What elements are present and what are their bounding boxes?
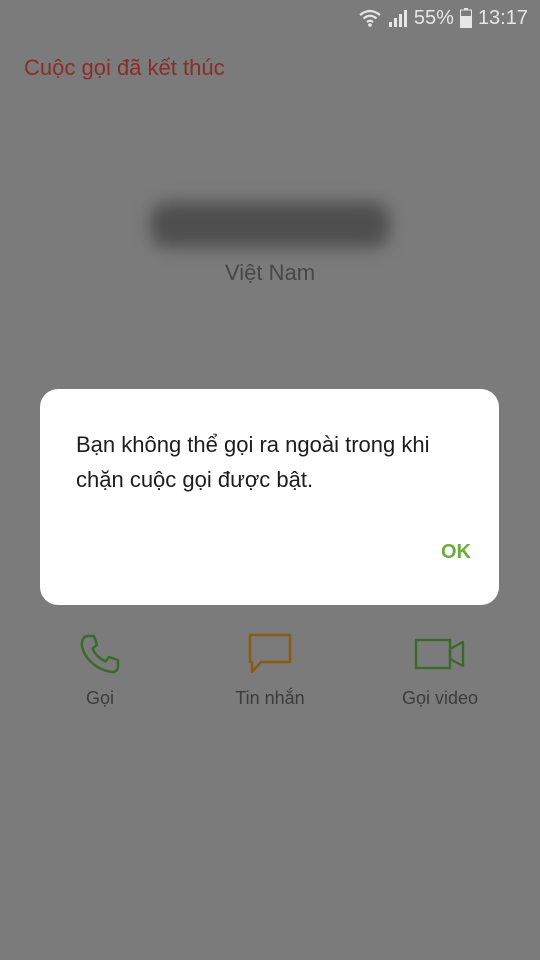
video-call-label: Gọi video — [401, 688, 479, 708]
call-actions: Gọi Tin nhắn Gọi video — [0, 630, 540, 720]
dialog-message: Bạn không thể gọi ra ngoài trong khi chặ… — [76, 432, 430, 492]
wifi-icon — [358, 8, 382, 28]
caller-country: Việt Nam — [224, 260, 316, 285]
battery-percent: 55% — [413, 6, 454, 29]
phone-icon — [78, 630, 122, 678]
call-label: Gọi — [85, 688, 114, 708]
video-call-button[interactable]: Gọi video — [360, 630, 520, 709]
status-time: 13:17 — [477, 6, 528, 29]
status-bar: 55% 13:17 — [0, 0, 540, 36]
video-icon — [414, 630, 466, 678]
signal-icon — [388, 8, 408, 28]
alert-dialog: Bạn không thể gọi ra ngoài trong khi chặ… — [40, 389, 499, 605]
message-icon — [247, 630, 293, 678]
ok-button[interactable]: OK — [441, 541, 471, 564]
call-ended-label: Cuộc gọi đã kết thúc — [24, 55, 225, 80]
call-button[interactable]: Gọi — [20, 630, 180, 709]
message-button[interactable]: Tin nhắn — [190, 630, 350, 709]
battery-icon — [459, 8, 472, 28]
blurred-phone-number — [150, 202, 390, 248]
message-label: Tin nhắn — [235, 688, 305, 708]
